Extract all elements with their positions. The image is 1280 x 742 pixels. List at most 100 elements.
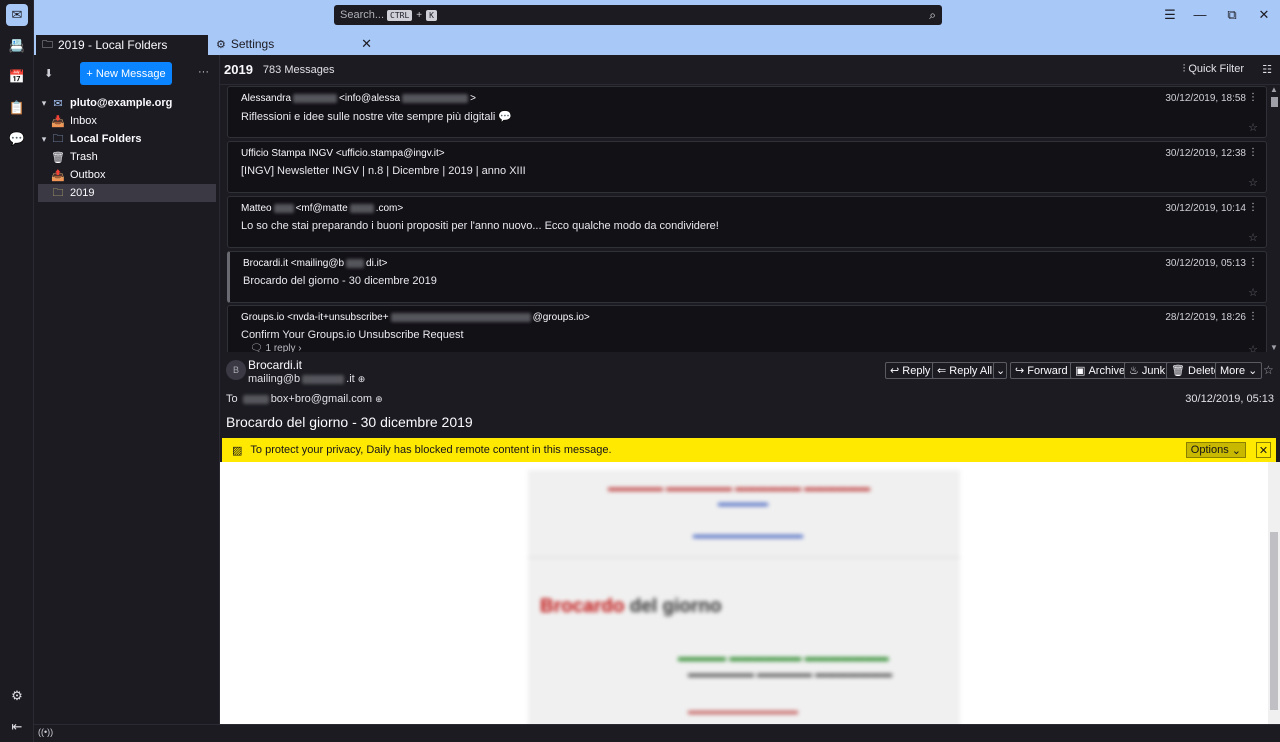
star-icon[interactable]: ☆ bbox=[1248, 176, 1258, 189]
message-subject: Brocardo del giorno - 30 dicembre 2019 bbox=[226, 414, 473, 430]
star-icon[interactable]: ☆ bbox=[1248, 286, 1258, 299]
close-notice-icon[interactable]: ✕ bbox=[1256, 442, 1271, 458]
close-tab-icon[interactable]: ✕ bbox=[361, 36, 372, 52]
folder-2019[interactable]: 🗀 2019 bbox=[38, 184, 216, 202]
message-date: 30/12/2019, 10:14 bbox=[1165, 203, 1246, 214]
blurred-link: ▬▬▬▬▬▬▬▬▬▬▬ bbox=[688, 706, 798, 717]
calendar-icon[interactable]: 📅 bbox=[6, 66, 28, 88]
online-status-icon[interactable]: ((•)) bbox=[38, 727, 53, 737]
outbox-icon: 📤 bbox=[51, 169, 65, 182]
tab-settings[interactable]: ⚙ Settings ✕ bbox=[210, 33, 380, 55]
title-bar: Search... CTRL + K ⌕ ☰ — ⧉ ✕ bbox=[34, 0, 1280, 30]
star-icon[interactable]: ☆ bbox=[1248, 343, 1258, 352]
star-icon[interactable]: ☆ bbox=[1248, 121, 1258, 134]
avatar: B bbox=[226, 360, 246, 380]
sender-name[interactable]: Brocardi.it bbox=[248, 358, 302, 372]
global-search[interactable]: Search... CTRL + K ⌕ bbox=[334, 5, 942, 25]
display-options-icon[interactable]: ☷ bbox=[1262, 63, 1272, 76]
scroll-down-icon[interactable]: ▼ bbox=[1270, 343, 1278, 352]
quick-filter-button[interactable]: ⫶ Quick Filter bbox=[1183, 63, 1244, 76]
folder-outbox[interactable]: 📤 Outbox bbox=[38, 166, 216, 184]
message-menu-icon[interactable]: ⋮ bbox=[1248, 147, 1258, 158]
star-icon[interactable]: ☆ bbox=[1248, 231, 1258, 244]
list-item[interactable]: Matteo <mf@matte .com> Lo so che stai prep… bbox=[227, 196, 1267, 248]
reply-icon: ↩ bbox=[890, 365, 903, 377]
list-item[interactable]: Alessandra <info@alessa > Riflessioni e id… bbox=[227, 86, 1267, 138]
message-menu-icon[interactable]: ⋮ bbox=[1248, 311, 1258, 322]
archive-button[interactable]: ▣ Archive bbox=[1070, 362, 1131, 379]
tab-folder[interactable]: 🗀 2019 - Local Folders bbox=[36, 33, 208, 55]
get-messages-icon[interactable]: ⬇ bbox=[44, 67, 53, 80]
close-window-icon[interactable]: ✕ bbox=[1254, 7, 1274, 23]
folder-label: Inbox bbox=[70, 115, 97, 127]
app-menu-icon[interactable]: ☰ bbox=[1160, 7, 1180, 23]
address-book-icon[interactable]: 📇 bbox=[6, 35, 28, 57]
list-item[interactable]: Ufficio Stampa INGV <ufficio.stampa@ingv… bbox=[227, 141, 1267, 193]
options-button[interactable]: Options ⌄ bbox=[1185, 442, 1246, 458]
reply-button[interactable]: ↩ Reply bbox=[885, 362, 936, 379]
scrollbar-thumb[interactable] bbox=[1270, 532, 1278, 710]
trash-icon: 🗑 bbox=[1171, 365, 1189, 377]
list-item[interactable]: Groups.io <nvda-it+unsubscribe+ @groups.i… bbox=[227, 305, 1267, 352]
maximize-icon[interactable]: ⧉ bbox=[1222, 7, 1242, 23]
new-message-button[interactable]: + New Message bbox=[80, 62, 172, 85]
folder-label: Outbox bbox=[70, 169, 106, 181]
star-icon[interactable]: ☆ bbox=[1263, 363, 1274, 377]
trash-icon: 🗑 bbox=[51, 151, 65, 164]
message-subject: [INGV] Newsletter INGV | n.8 | Dicembre … bbox=[241, 165, 526, 177]
message-header: B Brocardi.it mailing@b .it ⊕ ↩ Reply ⇐ R… bbox=[220, 352, 1280, 438]
tasks-icon[interactable]: 📋 bbox=[6, 97, 28, 119]
thread-scrollbar[interactable]: ▲ ▼ bbox=[1268, 85, 1280, 352]
forward-button[interactable]: ↪ Forward bbox=[1010, 362, 1073, 379]
folder-label: pluto@example.org bbox=[70, 97, 173, 109]
folder-account-pluto[interactable]: ▾ ✉ pluto@example.org bbox=[38, 94, 216, 112]
folder-label: Local Folders bbox=[70, 133, 142, 145]
reply-all-dropdown[interactable]: ⌄ bbox=[993, 362, 1007, 379]
message-menu-icon[interactable]: ⋮ bbox=[1248, 257, 1258, 268]
mail-icon[interactable]: ✉ bbox=[6, 4, 28, 26]
more-button[interactable]: More ⌄ bbox=[1215, 362, 1263, 379]
message-count: 783 Messages bbox=[262, 63, 335, 76]
scrollbar-thumb[interactable] bbox=[1271, 97, 1278, 107]
speech-bubble-icon: 💬 bbox=[498, 111, 513, 123]
blurred-link: ▬▬▬▬▬ bbox=[718, 498, 768, 509]
status-bar: ((•)) bbox=[34, 724, 1280, 742]
list-item[interactable]: Brocardi.it <mailing@b di.it> Brocardo de… bbox=[227, 251, 1267, 303]
account-icon: ✉ bbox=[53, 97, 63, 110]
chat-icon[interactable]: 💬 bbox=[6, 128, 28, 150]
scroll-up-icon[interactable]: ▲ bbox=[1270, 85, 1278, 94]
minimize-icon[interactable]: — bbox=[1190, 7, 1210, 22]
message-subject: Lo so che stai preparando i buoni propos… bbox=[241, 220, 719, 232]
collapse-spaces-icon[interactable]: ⇤ bbox=[6, 716, 28, 738]
reply-all-button[interactable]: ⇐ Reply All bbox=[932, 362, 998, 379]
tab-bar: 🗀 2019 - Local Folders ⚙ Settings ✕ bbox=[34, 30, 1280, 55]
folder-local-folders[interactable]: ▾ 🗀 Local Folders bbox=[38, 130, 216, 148]
blurred-text: ▬▬▬▬▬▬ ▬▬▬▬▬ ▬▬▬▬▬▬▬ bbox=[688, 668, 893, 680]
remote-content-notice: ▨ To protect your privacy, Daily has blo… bbox=[222, 438, 1276, 462]
blurred-link: ▬▬▬▬▬▬▬▬▬▬▬ bbox=[693, 530, 803, 541]
blocked-content-icon: ▨ bbox=[232, 444, 243, 457]
message-menu-icon[interactable]: ⋮ bbox=[1248, 202, 1258, 213]
twisty-icon[interactable]: ▾ bbox=[38, 98, 50, 109]
folder-inbox[interactable]: 📥 Inbox bbox=[38, 112, 216, 130]
forward-icon: ↪ bbox=[1015, 365, 1028, 377]
body-scrollbar[interactable] bbox=[1268, 462, 1280, 724]
thread-list: Alessandra <info@alessa > Riflessioni e id… bbox=[220, 85, 1280, 352]
message-subject: Confirm Your Groups.io Unsubscribe Reque… bbox=[241, 329, 464, 341]
twisty-icon[interactable]: ▾ bbox=[38, 134, 50, 145]
blurred-links: ▬▬▬▬▬ ▬▬▬▬▬▬ ▬▬▬▬▬▬ ▬▬▬▬▬▬ bbox=[608, 482, 871, 494]
spaces-toolbar: ✉ 📇 📅 📋 💬 ⚙ ⇤ bbox=[0, 0, 34, 742]
message-subject: Riflessioni e idee sulle nostre vite sem… bbox=[241, 111, 513, 123]
settings-gear-icon[interactable]: ⚙ bbox=[6, 685, 28, 707]
folder-label: 2019 bbox=[70, 187, 95, 199]
reply-count[interactable]: 🗨 1 reply › bbox=[250, 343, 302, 352]
folder-trash[interactable]: 🗑 Trash bbox=[38, 148, 216, 166]
message-menu-icon[interactable]: ⋮ bbox=[1248, 92, 1258, 103]
shortcut-k: K bbox=[426, 9, 437, 21]
recipient-email[interactable]: box+bro@gmail.com bbox=[271, 393, 372, 405]
junk-button[interactable]: ♨ Junk bbox=[1124, 362, 1171, 379]
sender-email[interactable]: mailing@b .it ⊕ bbox=[248, 373, 365, 385]
search-icon: ⌕ bbox=[929, 7, 936, 22]
search-placeholder: Search... bbox=[340, 9, 385, 21]
folder-pane-more-icon[interactable]: ··· bbox=[198, 66, 209, 78]
